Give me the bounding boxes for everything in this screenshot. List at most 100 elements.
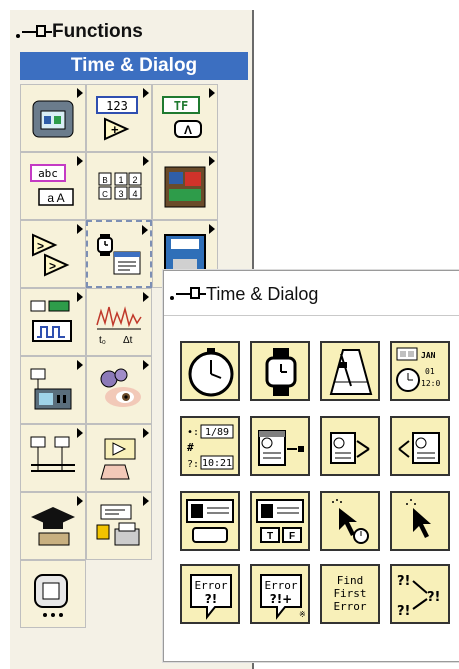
svg-text:12:0: 12:0 (421, 379, 440, 388)
array-subpalette-button[interactable]: B C 1 2 3 4 (86, 152, 152, 220)
stopwatch-icon (188, 348, 234, 397)
svg-text:3: 3 (118, 189, 123, 199)
svg-text:>: > (37, 239, 44, 253)
comparison-icon: > > (32, 233, 70, 277)
daq-icon (30, 300, 72, 342)
svg-text:123: 123 (106, 99, 128, 113)
data-acquisition-subpalette-button[interactable] (20, 288, 86, 356)
seconds-to-date-time-tile[interactable]: •: 1/89 # ?: 10:21 (180, 416, 240, 476)
motion-vision-icon (100, 368, 141, 407)
printer-icon (96, 504, 140, 546)
select-vi-icon (34, 574, 68, 617)
communication-subpalette-button[interactable] (20, 424, 86, 492)
svg-text:Error: Error (264, 579, 297, 592)
svg-text:C: C (102, 190, 108, 199)
cluster-subpalette-button[interactable] (152, 152, 218, 220)
cursor-wait-icon (332, 499, 369, 544)
instrument-io-subpalette-button[interactable] (20, 356, 86, 424)
pin-icon[interactable] (16, 23, 52, 41)
date-time-to-seconds-tile[interactable] (250, 416, 310, 476)
tutorial-subpalette-button[interactable] (20, 492, 86, 560)
wait-until-next-ms-multiple-tile[interactable] (320, 341, 380, 401)
get-date-time-string-tile[interactable]: JAN 01 12:0 (390, 341, 450, 401)
svg-text:F: F (289, 531, 295, 542)
svg-text:>: > (49, 259, 56, 273)
svg-text:Δt: Δt (123, 335, 133, 346)
find-first-error-tile[interactable]: Find First Error (320, 564, 380, 624)
svg-text:abc: abc (38, 167, 58, 180)
format-date-time-tile[interactable] (390, 416, 450, 476)
metronome-icon (329, 349, 373, 395)
pin-icon[interactable] (170, 285, 206, 303)
time-dialog-icon (97, 234, 141, 275)
svg-text:?!: ?! (427, 590, 440, 605)
date-time-record-icon: •: 1/89 # ?: 10:21 (187, 424, 234, 470)
one-button-dialog-tile[interactable] (180, 491, 240, 551)
svg-text:T: T (267, 531, 273, 542)
communication-icon (30, 436, 75, 472)
structures-icon (32, 100, 74, 138)
time-dialog-titlebar[interactable]: Time & Dialog (170, 277, 318, 311)
get-date-time-in-seconds-tile[interactable] (320, 416, 380, 476)
svg-text:10:21: 10:21 (202, 458, 232, 469)
svg-text:?!: ?! (205, 592, 217, 606)
svg-text:a A: a A (47, 191, 64, 205)
simple-error-handler-tile[interactable]: Error ?! (180, 564, 240, 624)
one-button-dialog-icon (186, 499, 234, 543)
two-button-dialog-tile[interactable]: T F (250, 491, 310, 551)
svg-text:01: 01 (425, 367, 435, 376)
analyze-icon: t₀ Δt (96, 306, 142, 346)
svg-text:1: 1 (118, 175, 123, 185)
calendar-split-icon (330, 432, 370, 464)
motion-vision-subpalette-button[interactable] (86, 356, 152, 424)
svg-text:※: ※ (299, 610, 306, 619)
svg-text:TF: TF (174, 99, 188, 113)
svg-text:?:: ?: (187, 459, 199, 470)
select-vi-button[interactable] (20, 560, 86, 628)
svg-text:B: B (102, 176, 107, 185)
boolean-icon: TF Λ (162, 96, 202, 138)
svg-text:?!: ?! (397, 574, 410, 589)
time-dialog-palette: Time & Dialog JAN 01 12:0 •: 1/89 # ?: 1… (163, 270, 459, 662)
two-button-dialog-icon: T F (256, 499, 304, 543)
merge-errors-tile[interactable]: ?! ?! ?! (390, 564, 450, 624)
svg-text:Λ: Λ (184, 123, 192, 137)
structures-subpalette-button[interactable] (20, 84, 86, 152)
svg-text:4: 4 (132, 189, 137, 199)
calendar-arrow-icon (258, 430, 304, 466)
instrument-io-icon (30, 368, 72, 410)
calendar-clock-icon: JAN 01 12:0 (396, 347, 440, 392)
general-error-handler-tile[interactable]: Error ?!+ ※ (250, 564, 310, 624)
advanced-icon (100, 438, 136, 480)
svg-text:JAN: JAN (421, 351, 436, 360)
string-subpalette-button[interactable]: abc a A (20, 152, 86, 220)
svg-text:#: # (187, 441, 194, 454)
graduation-cap-icon (31, 507, 75, 546)
calendar-join-icon (398, 432, 440, 464)
comparison-subpalette-button[interactable]: > > (20, 220, 86, 288)
time-dialog-title: Time & Dialog (206, 283, 319, 304)
wristwatch-icon (265, 348, 297, 396)
numeric-icon: 123 + (96, 96, 138, 141)
analyze-subpalette-button[interactable]: t₀ Δt (86, 288, 152, 356)
time-dialog-subpalette-button[interactable] (86, 220, 152, 288)
boolean-subpalette-button[interactable]: TF Λ (152, 84, 218, 152)
merge-errors-icon: ?! ?! ?! (397, 574, 440, 619)
string-icon: abc a A (30, 164, 74, 206)
wait-ms-tile[interactable] (250, 341, 310, 401)
svg-text:1/89: 1/89 (205, 427, 229, 438)
subpalette-label: Time & Dialog (20, 52, 248, 80)
user-dialog-tile[interactable] (390, 491, 450, 551)
tick-count-tile[interactable] (180, 341, 240, 401)
find-first-error-label: Find First Error (333, 574, 367, 613)
functions-palette-titlebar[interactable]: Functions (16, 18, 143, 46)
error-speech-bubble-icon: Error ?! (190, 574, 232, 620)
advanced-subpalette-button[interactable] (86, 424, 152, 492)
three-button-dialog-tile[interactable] (320, 491, 380, 551)
svg-text:+: + (111, 122, 119, 137)
error-speech-bubble-plus-icon: Error ?!+ ※ (260, 574, 306, 620)
numeric-subpalette-button[interactable]: 123 + (86, 84, 152, 152)
cursor-icon (406, 499, 431, 538)
svg-text:•:: •: (187, 427, 199, 438)
report-generation-subpalette-button[interactable] (86, 492, 152, 560)
